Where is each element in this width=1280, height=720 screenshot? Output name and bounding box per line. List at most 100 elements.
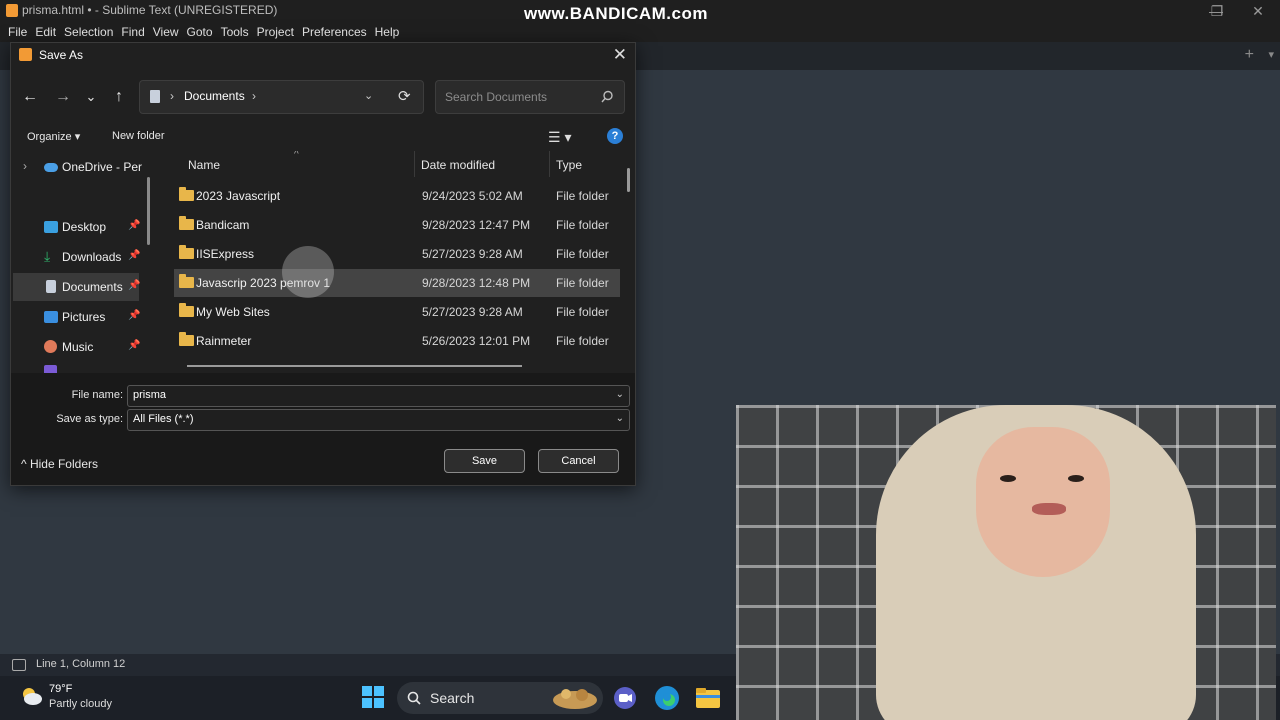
taskbar-search[interactable]: Search: [397, 682, 603, 714]
close-icon[interactable]: ✕: [613, 45, 627, 65]
menu-tools[interactable]: Tools: [217, 22, 253, 42]
close-window-button[interactable]: ✕: [1238, 1, 1278, 21]
folder-icon: [179, 332, 194, 346]
hide-folders-button[interactable]: ^ Hide Folders: [21, 457, 98, 471]
nav-item-downloads[interactable]: ⤓ Downloads 📌: [13, 243, 140, 271]
pin-icon: 📌: [128, 220, 141, 231]
maximize-button[interactable]: ❐: [1197, 1, 1237, 21]
breadcrumb-separator-2[interactable]: ›: [252, 89, 256, 103]
cursor-highlight: [282, 246, 334, 298]
nav-item-pictures[interactable]: Pictures 📌: [13, 303, 140, 331]
column-divider[interactable]: [414, 151, 415, 177]
webcam-person-face: [976, 427, 1110, 577]
documents-icon: [150, 90, 160, 103]
weather-partly-cloudy-icon[interactable]: [18, 684, 44, 708]
menu-find[interactable]: Find: [117, 22, 148, 42]
address-dropdown-chevron-icon[interactable]: ⌄: [364, 89, 373, 102]
file-name-field[interactable]: prisma ⌄: [127, 385, 630, 407]
nav-item-desktop[interactable]: Desktop 📌: [13, 213, 141, 241]
nav-item-music[interactable]: Music 📌: [13, 333, 141, 361]
downloads-icon: ⤓: [44, 248, 51, 264]
file-name: IISExpress: [196, 247, 255, 261]
refresh-icon[interactable]: ⟳: [398, 87, 411, 105]
column-name[interactable]: Name: [188, 158, 220, 172]
folder-icon: [179, 187, 194, 201]
organize-button[interactable]: Organize ▾: [27, 130, 80, 143]
tab-strip: + ▾: [636, 42, 1280, 70]
menu-project[interactable]: Project: [253, 22, 298, 42]
breadcrumb-documents[interactable]: Documents: [184, 89, 245, 103]
sort-ascending-icon: ^: [294, 151, 299, 160]
menu-goto[interactable]: Goto: [183, 22, 217, 42]
folder-icon: [179, 303, 194, 317]
address-bar[interactable]: › Documents › ⌄ ⟳: [139, 80, 424, 114]
search-highlight-icon: [553, 689, 597, 709]
search-icon: [407, 691, 421, 705]
save-button[interactable]: Save: [444, 449, 525, 473]
chevron-down-icon[interactable]: ⌄: [616, 389, 624, 400]
file-row-selected[interactable]: Javascrip 2023 pemrov 1 9/28/2023 12:48 …: [174, 269, 620, 297]
column-date-modified[interactable]: Date modified: [421, 158, 495, 172]
webcam-mouth: [1032, 503, 1066, 515]
sublime-logo-icon: [6, 4, 18, 17]
nav-item-documents[interactable]: Documents 📌: [13, 273, 140, 301]
file-row[interactable]: Rainmeter 5/26/2023 12:01 PM File folder: [174, 327, 620, 355]
expand-chevron-icon[interactable]: ›: [23, 159, 27, 173]
weather-temp[interactable]: 79°F: [49, 683, 72, 695]
view-options-icon[interactable]: ☰ ▾: [548, 129, 571, 146]
chevron-down-icon[interactable]: ⌄: [616, 413, 624, 424]
save-type-select[interactable]: All Files (*.*) ⌄: [127, 409, 630, 431]
file-row[interactable]: IISExpress 5/27/2023 9:28 AM File folder: [174, 240, 620, 268]
folder-icon: [179, 245, 194, 259]
forward-arrow-icon[interactable]: →: [53, 87, 73, 107]
menu-edit[interactable]: Edit: [31, 22, 60, 42]
menu-row: File Edit Selection Find View Goto Tools Projec…: [4, 22, 403, 42]
menu-preferences[interactable]: Preferences: [298, 22, 371, 42]
meet-icon[interactable]: [613, 686, 637, 710]
file-row[interactable]: 2023 Javascript 9/24/2023 5:02 AM File f…: [174, 182, 620, 210]
cancel-button[interactable]: Cancel: [538, 449, 619, 473]
desktop-icon: [44, 221, 58, 233]
breadcrumb-separator[interactable]: ›: [170, 89, 174, 103]
weather-condition[interactable]: Partly cloudy: [49, 698, 112, 710]
file-list: Name ^ Date modified Type 2023 Javascrip…: [171, 151, 631, 373]
menu-view[interactable]: View: [149, 22, 183, 42]
file-date: 5/26/2023 12:01 PM: [422, 334, 531, 348]
search-documents-input[interactable]: Search Documents: [435, 80, 625, 114]
file-row[interactable]: Bandicam 9/28/2023 12:47 PM File folder: [174, 211, 620, 239]
column-divider[interactable]: [549, 151, 550, 177]
edge-icon[interactable]: [654, 685, 680, 711]
file-list-scrollbar[interactable]: [627, 168, 630, 192]
file-name: Rainmeter: [196, 334, 252, 348]
webcam-eye-left: [1000, 475, 1016, 482]
new-tab-button[interactable]: +: [1245, 46, 1254, 64]
nav-label: Desktop: [62, 220, 107, 234]
tab-dropdown-icon[interactable]: ▾: [1268, 48, 1274, 61]
nav-pane-scrollbar[interactable]: [147, 177, 150, 245]
file-explorer-icon[interactable]: [695, 686, 721, 710]
help-icon[interactable]: ?: [607, 128, 623, 144]
pin-icon: 📌: [128, 340, 141, 351]
title-bar: prisma.html • - Sublime Text (UNREGISTER…: [0, 0, 1280, 23]
file-row[interactable]: My Web Sites 5/27/2023 9:28 AM File fold…: [174, 298, 620, 326]
column-type[interactable]: Type: [556, 158, 582, 172]
recent-locations-chevron-icon[interactable]: ⌄: [81, 87, 101, 107]
up-arrow-icon[interactable]: ↑: [109, 87, 129, 107]
back-arrow-icon[interactable]: ←: [20, 87, 40, 107]
nav-label: Music: [62, 340, 94, 354]
new-folder-button[interactable]: New folder: [112, 130, 165, 142]
file-list-hscrollbar[interactable]: [187, 365, 522, 367]
menu-file[interactable]: File: [4, 22, 31, 42]
file-name-label: File name:: [71, 389, 123, 401]
file-type: File folder: [556, 334, 609, 348]
onedrive-icon: [44, 163, 58, 172]
nav-item-onedrive[interactable]: › OneDrive - Per: [13, 153, 142, 181]
menu-selection[interactable]: Selection: [60, 22, 117, 42]
search-placeholder: Search Documents: [445, 90, 548, 104]
start-icon[interactable]: [362, 686, 384, 708]
panel-toggle-icon[interactable]: [12, 659, 26, 671]
music-icon: [44, 340, 57, 353]
menu-help[interactable]: Help: [371, 22, 404, 42]
save-type-label: Save as type:: [56, 413, 123, 425]
documents-icon: [46, 280, 56, 293]
